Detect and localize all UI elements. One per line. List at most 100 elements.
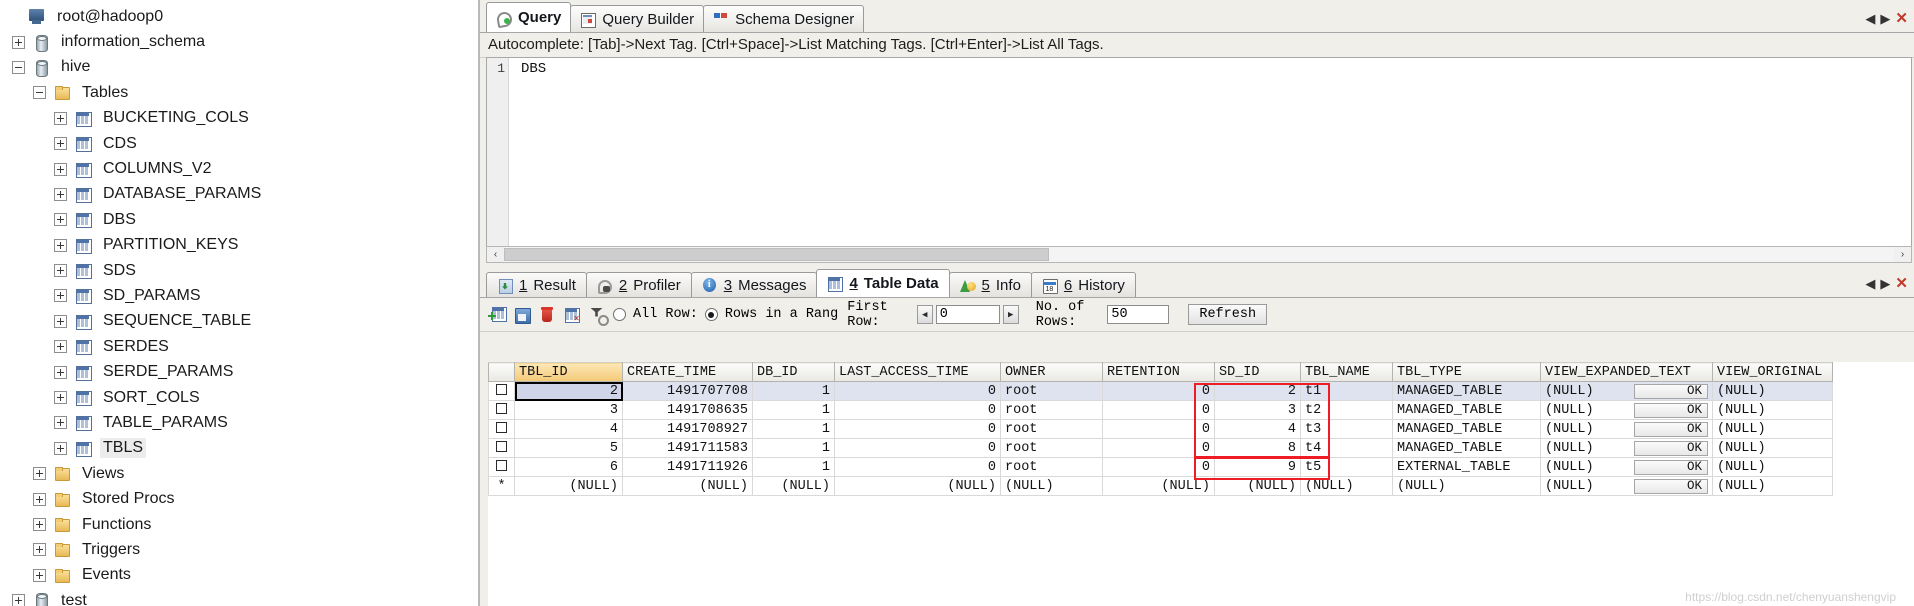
cell-tbl_id[interactable]: 3 (514, 400, 623, 420)
column-header-last_access_time[interactable]: LAST_ACCESS_TIME (834, 362, 1001, 382)
tree-node-bucketing-cols[interactable]: BUCKETING_COLS (0, 106, 478, 131)
expand-icon[interactable] (33, 518, 46, 531)
column-header-db_id[interactable]: DB_ID (752, 362, 835, 382)
cell-tbl_name[interactable]: t4 (1300, 438, 1393, 458)
sql-editor-text[interactable]: DBS (509, 58, 1911, 251)
row-checkbox-cell[interactable] (488, 381, 515, 401)
first-row-spinner[interactable]: ◀ 0 ▶ (916, 305, 1019, 324)
first-row-increment-icon[interactable]: ▶ (1002, 305, 1019, 324)
cell-tbl_type[interactable]: EXTERNAL_TABLE (1392, 457, 1541, 477)
result-tab-info[interactable]: 5 Info (948, 272, 1032, 297)
cell-retention[interactable]: 0 (1102, 381, 1215, 401)
new-row-marker[interactable]: * (488, 476, 515, 496)
expand-icon[interactable] (54, 441, 67, 455)
cell-view_original[interactable]: (NULL) (1712, 438, 1833, 458)
column-header-view_original[interactable]: VIEW_ORIGINAL (1712, 362, 1833, 382)
expand-icon[interactable] (54, 314, 67, 328)
result-next-tab-icon[interactable]: ▶ (1880, 277, 1890, 290)
cell-last_access_time[interactable]: 0 (834, 400, 1001, 420)
table-row[interactable]: 5 1491711583 1 0 root 0 8 t4 MANAGED_TABLE (NULL)… (488, 438, 1833, 458)
cell-last_access_time[interactable]: 0 (834, 438, 1001, 458)
cell-sd_id[interactable]: 3 (1214, 400, 1301, 420)
tab-query[interactable]: Query (486, 2, 572, 32)
expand-icon[interactable] (54, 137, 67, 151)
tab-query-builder[interactable]: Query Builder (570, 5, 705, 32)
cell-tbl_name[interactable]: (NULL) (1300, 476, 1393, 496)
expand-icon[interactable] (54, 340, 67, 354)
cell-last_access_time[interactable]: 0 (834, 457, 1001, 477)
object-browser-tree[interactable]: root@hadoop0 information_schema hive Tables… (0, 0, 480, 606)
tree-node-sort-cols[interactable]: SORT_COLS (0, 385, 478, 410)
no-of-rows-input[interactable]: 50 (1107, 305, 1170, 324)
table-row[interactable]: 6 1491711926 1 0 root 0 9 t5 EXTERNAL_TABLE (NULL… (488, 457, 1833, 477)
delete-row-icon[interactable] (538, 306, 556, 324)
cell-view_original[interactable]: (NULL) (1712, 381, 1833, 401)
cell-sd_id[interactable]: (NULL) (1214, 476, 1301, 496)
cell-view_original[interactable]: (NULL) (1712, 476, 1833, 496)
cell-last_access_time[interactable]: 0 (834, 381, 1001, 401)
cell-tbl_name[interactable]: t2 (1300, 400, 1393, 420)
tree-node-sd-params[interactable]: SD_PARAMS (0, 283, 478, 308)
tree-node-table-params[interactable]: TABLE_PARAMS (0, 410, 478, 435)
cell-owner[interactable]: root (1000, 400, 1103, 420)
tree-node-sds[interactable]: SDS (0, 258, 478, 283)
column-header-tbl_name[interactable]: TBL_NAME (1300, 362, 1393, 382)
expand-icon[interactable] (33, 467, 46, 481)
cell-create_time[interactable]: (NULL) (622, 476, 753, 496)
tree-node-serdes[interactable]: SERDES (0, 334, 478, 359)
add-row-icon[interactable] (488, 306, 507, 324)
expand-icon[interactable] (54, 264, 67, 278)
cell-view_expanded_text[interactable]: (NULL) OK (1540, 419, 1713, 439)
tree-node-root-hadoop0[interactable]: root@hadoop0 (0, 4, 478, 29)
cell-ok-button[interactable]: OK (1634, 478, 1708, 494)
result-tab-profiler[interactable]: 2 Profiler (585, 272, 692, 297)
expand-icon[interactable] (33, 568, 46, 582)
first-row-input[interactable]: 0 (935, 305, 1000, 324)
cell-db_id[interactable]: 1 (752, 457, 835, 477)
cell-last_access_time[interactable]: (NULL) (834, 476, 1001, 496)
column-header-sd_id[interactable]: SD_ID (1214, 362, 1301, 382)
column-header-retention[interactable]: RETENTION (1102, 362, 1215, 382)
table-row[interactable]: 3 1491708635 1 0 root 0 3 t2 MANAGED_TABLE (NULL)… (488, 400, 1833, 420)
tree-node-dbs[interactable]: DBS (0, 207, 478, 232)
cell-view_original[interactable]: (NULL) (1712, 457, 1833, 477)
cell-owner[interactable]: root (1000, 438, 1103, 458)
result-tab-result[interactable]: 1 Result (486, 272, 587, 297)
row-checkbox[interactable] (496, 422, 507, 434)
cell-create_time[interactable]: 1491708927 (622, 419, 753, 439)
cell-tbl_name[interactable]: t3 (1300, 419, 1393, 439)
cell-tbl_type[interactable]: MANAGED_TABLE (1392, 400, 1541, 420)
cell-tbl_id[interactable]: 4 (514, 419, 623, 439)
expand-icon[interactable] (54, 416, 67, 430)
cell-ok-button[interactable]: OK (1634, 440, 1708, 456)
column-header-tbl_id[interactable]: TBL_ID (514, 362, 623, 382)
first-row-decrement-icon[interactable]: ◀ (916, 305, 933, 324)
cell-ok-button[interactable]: OK (1634, 421, 1708, 437)
row-checkbox-cell[interactable] (488, 457, 515, 477)
table-row[interactable]: 2 1491707708 1 0 root 0 2 t1 MANAGED_TABLE (NULL)… (488, 381, 1833, 401)
cell-db_id[interactable]: (NULL) (752, 476, 835, 496)
expand-icon[interactable] (54, 238, 67, 252)
row-checkbox[interactable] (496, 460, 507, 472)
tree-node-tbls[interactable]: TBLS (0, 436, 478, 461)
cell-sd_id[interactable]: 4 (1214, 419, 1301, 439)
cell-create_time[interactable]: 1491707708 (622, 381, 753, 401)
next-tab-icon[interactable]: ▶ (1880, 12, 1890, 25)
expand-icon[interactable] (33, 492, 46, 506)
filter-icon[interactable] (588, 306, 609, 326)
cell-tbl_name[interactable]: t1 (1300, 381, 1393, 401)
cell-last_access_time[interactable]: 0 (834, 419, 1001, 439)
sql-editor[interactable]: 1 DBS (486, 57, 1912, 252)
tree-node-stored-procs[interactable]: Stored Procs (0, 486, 478, 511)
cell-tbl_type[interactable]: MANAGED_TABLE (1392, 419, 1541, 439)
tree-node-database-params[interactable]: DATABASE_PARAMS (0, 182, 478, 207)
cell-retention[interactable]: 0 (1102, 419, 1215, 439)
cell-db_id[interactable]: 1 (752, 438, 835, 458)
cell-tbl_id[interactable]: (NULL) (514, 476, 623, 496)
editor-horizontal-scrollbar[interactable]: ‹ › (486, 246, 1912, 263)
tree-node-cds[interactable]: CDS (0, 131, 478, 156)
expand-icon[interactable] (12, 35, 25, 49)
expand-icon[interactable] (54, 391, 67, 405)
scroll-left-icon[interactable]: ‹ (487, 247, 504, 262)
cell-tbl_type[interactable]: (NULL) (1392, 476, 1541, 496)
